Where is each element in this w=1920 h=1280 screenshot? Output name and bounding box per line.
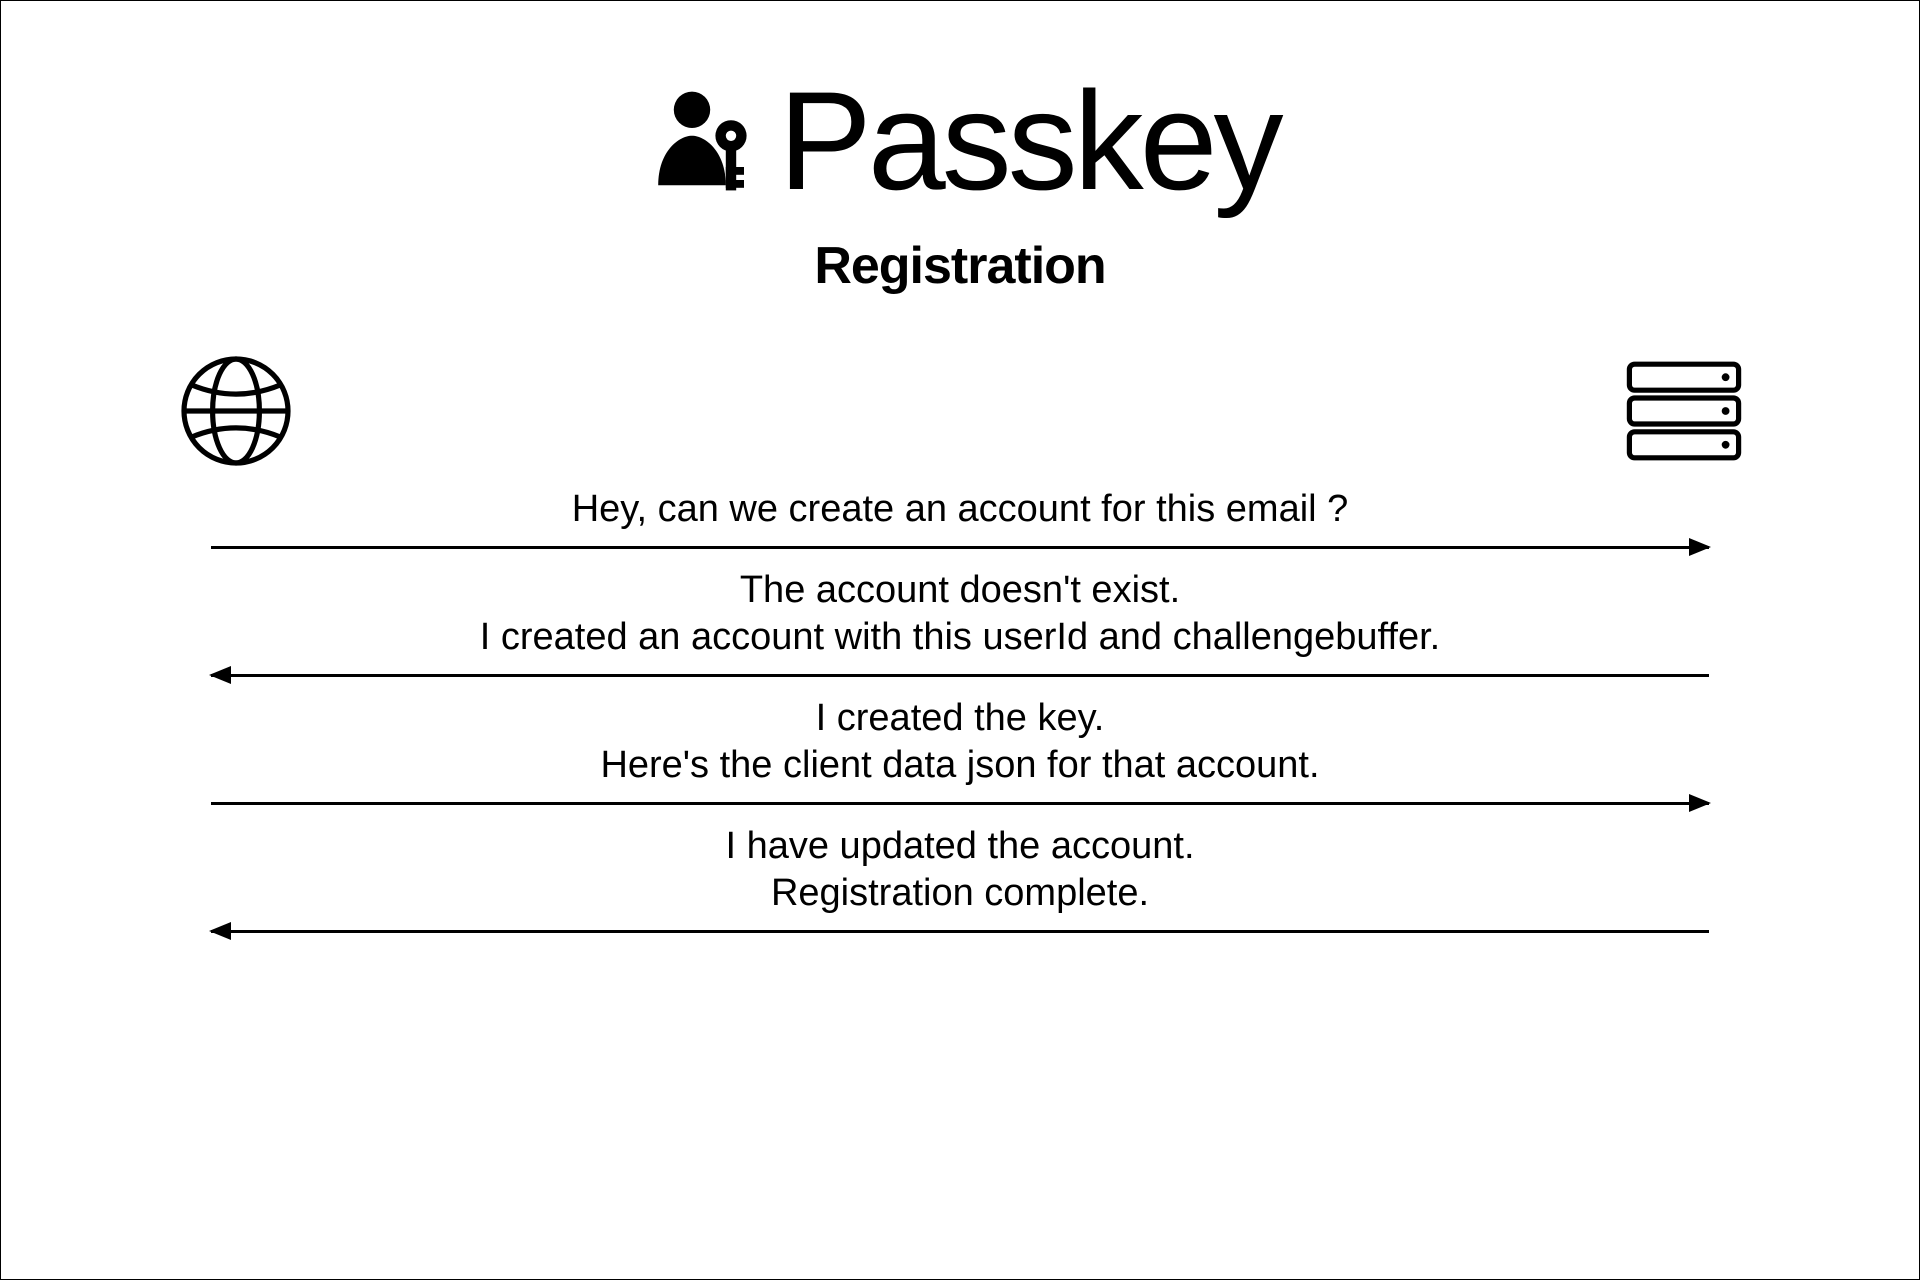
arrow-right-icon bbox=[211, 546, 1709, 549]
arrow-right-icon bbox=[211, 802, 1709, 805]
arrow-left-icon bbox=[211, 674, 1709, 677]
step-message: The account doesn't exist. I created an … bbox=[211, 567, 1709, 662]
passkey-icon bbox=[640, 76, 770, 206]
actor-row bbox=[101, 346, 1819, 476]
server-icon bbox=[1619, 346, 1749, 476]
step-message: Hey, can we create an account for this e… bbox=[211, 486, 1709, 534]
flow-step: I created the key. Here's the client dat… bbox=[211, 695, 1709, 805]
step-line: The account doesn't exist. bbox=[740, 569, 1180, 611]
diagram-subtitle: Registration bbox=[814, 236, 1105, 296]
flow-step: I have updated the account. Registration… bbox=[211, 823, 1709, 933]
step-line: I created an account with this userId an… bbox=[480, 616, 1440, 658]
globe-icon bbox=[171, 346, 301, 476]
step-line: I created the key. bbox=[816, 697, 1105, 739]
title-row: Passkey bbox=[640, 71, 1279, 211]
step-message: I created the key. Here's the client dat… bbox=[211, 695, 1709, 790]
step-line: I have updated the account. bbox=[725, 825, 1194, 867]
arrow-left-icon bbox=[211, 930, 1709, 933]
sequence-flow: Hey, can we create an account for this e… bbox=[101, 486, 1819, 933]
step-message: I have updated the account. Registration… bbox=[211, 823, 1709, 918]
flow-step: Hey, can we create an account for this e… bbox=[211, 486, 1709, 549]
diagram-title: Passkey bbox=[778, 71, 1279, 211]
step-line: Here's the client data json for that acc… bbox=[600, 744, 1319, 786]
flow-step: The account doesn't exist. I created an … bbox=[211, 567, 1709, 677]
diagram-header: Passkey Registration bbox=[101, 71, 1819, 296]
step-line: Hey, can we create an account for this e… bbox=[572, 488, 1349, 530]
step-line: Registration complete. bbox=[771, 872, 1149, 914]
